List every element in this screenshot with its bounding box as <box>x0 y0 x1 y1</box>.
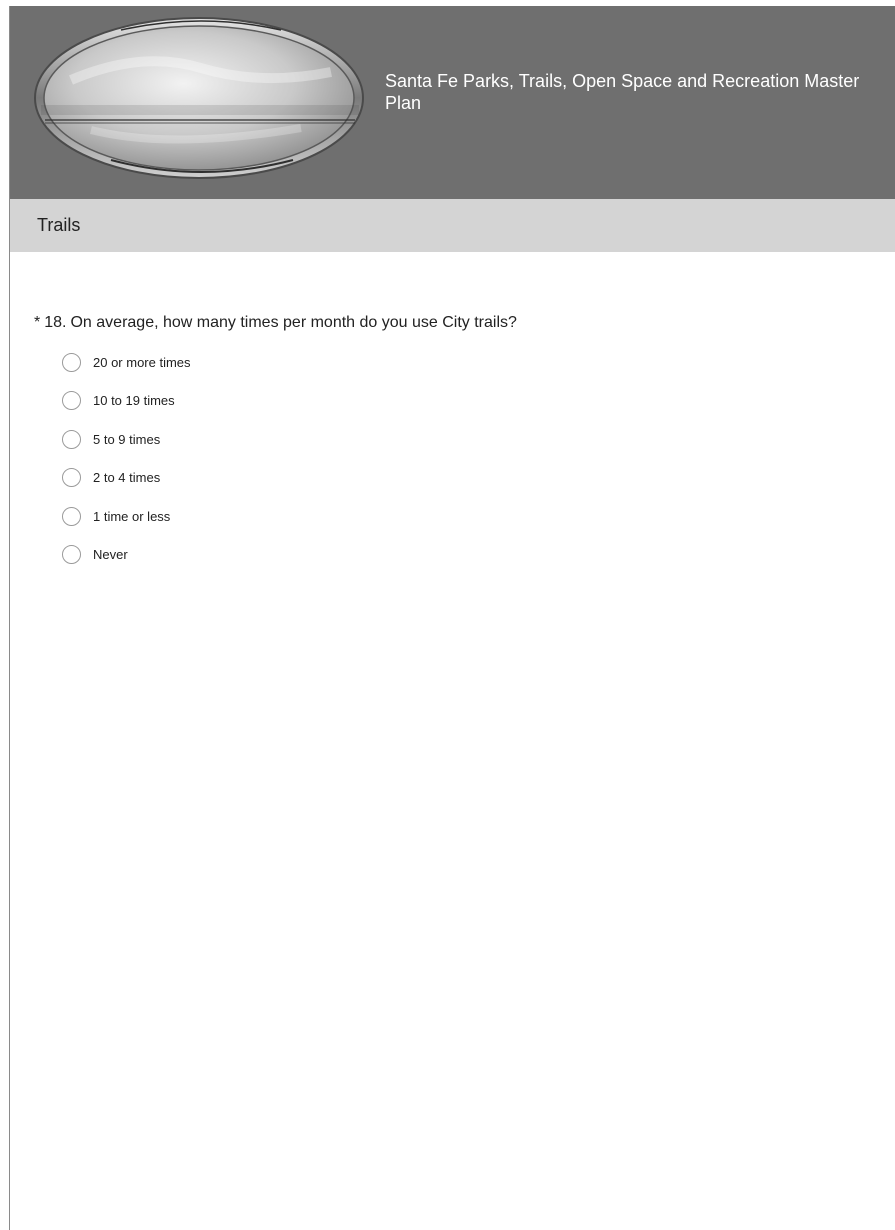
question-title: * 18. On average, how many times per month… <box>34 313 874 333</box>
question-block: * 18. On average, how many times per month… <box>34 313 874 574</box>
radio-button[interactable] <box>62 468 81 488</box>
answer-options: 20 or more times 10 to 19 times 5 to 9 t… <box>34 343 874 574</box>
option-label[interactable]: 1 time or less <box>93 509 170 524</box>
answer-option[interactable]: 5 to 9 times <box>62 420 874 459</box>
question-number: 18. <box>44 314 67 331</box>
page-title-bar: Trails <box>10 199 895 252</box>
radio-button[interactable] <box>62 506 81 526</box>
survey-header: Santa Fe Parks, Trails, Open Space and R… <box>10 6 895 199</box>
radio-button[interactable] <box>62 429 81 449</box>
required-marker: * <box>34 314 41 331</box>
survey-page: Santa Fe Parks, Trails, Open Space and R… <box>9 6 895 1230</box>
answer-option[interactable]: 1 time or less <box>62 497 874 536</box>
parks-recreation-logo <box>31 10 371 182</box>
answer-option[interactable]: 10 to 19 times <box>62 382 874 421</box>
option-label[interactable]: Never <box>93 547 128 562</box>
radio-button[interactable] <box>62 352 81 372</box>
question-text: On average, how many times per month do … <box>70 314 517 331</box>
radio-button[interactable] <box>62 391 81 411</box>
page-title: Trails <box>37 215 81 235</box>
option-label[interactable]: 2 to 4 times <box>93 470 160 485</box>
option-label[interactable]: 20 or more times <box>93 355 191 370</box>
option-label[interactable]: 5 to 9 times <box>93 432 160 447</box>
answer-option[interactable]: 2 to 4 times <box>62 459 874 498</box>
answer-option[interactable]: Never <box>62 536 874 575</box>
survey-title: Santa Fe Parks, Trails, Open Space and R… <box>385 71 860 113</box>
answer-option[interactable]: 20 or more times <box>62 343 874 382</box>
radio-button[interactable] <box>62 545 81 565</box>
option-label[interactable]: 10 to 19 times <box>93 393 175 408</box>
